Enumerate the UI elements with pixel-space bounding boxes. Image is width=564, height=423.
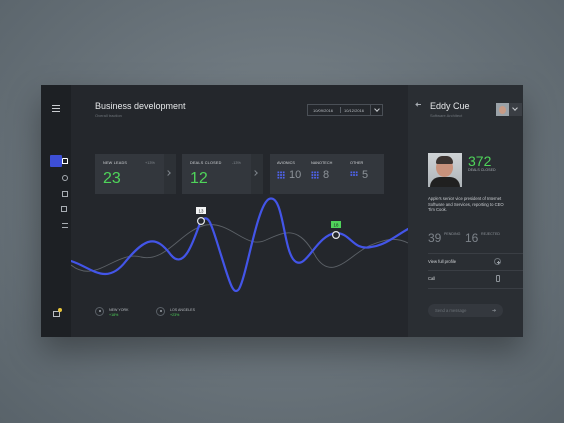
rejected-stat: 16 REJECTED: [465, 229, 500, 247]
divider: [428, 270, 523, 271]
new-leads-expand[interactable]: [164, 154, 176, 194]
compass-icon: [50, 172, 68, 184]
traction-chart: 13 18: [71, 197, 408, 292]
message-placeholder: Send a message: [435, 308, 467, 313]
new-leads-change: +13%: [145, 161, 155, 165]
category-other: OTHER 5: [350, 161, 368, 181]
dot-grid-icon: [350, 171, 358, 176]
home-icon: [50, 155, 68, 167]
dashboard-window: Business development Overall traction 10…: [41, 85, 523, 337]
sidebar-item-list[interactable]: [41, 220, 71, 234]
category-label: NANOTECH: [311, 161, 333, 165]
chevron-right-icon: [252, 170, 258, 176]
date-separator: [340, 107, 341, 113]
chevron-down-icon: [512, 105, 518, 111]
avatar-small[interactable]: [496, 103, 509, 116]
secondary-series-line: [71, 224, 408, 272]
list-icon: [50, 220, 68, 232]
profile-deals-value: 372: [468, 153, 492, 169]
category-value: 8: [323, 169, 330, 181]
date-range-picker[interactable]: 10/09/2016 10/12/2016: [307, 104, 383, 116]
divider: [428, 288, 523, 289]
dot-grid-icon: [277, 171, 285, 179]
sidebar-item-add[interactable]: [41, 188, 71, 202]
chart-point-marker[interactable]: [332, 230, 341, 239]
notification-badge: [58, 308, 62, 312]
category-avionics: AVIONICS 10: [277, 161, 301, 181]
pending-label: PENDING: [444, 232, 461, 236]
date-start: 10/09/2016: [313, 108, 334, 113]
chart-point-marker[interactable]: [196, 217, 205, 226]
category-nanotech: NANOTECH 8: [311, 161, 333, 181]
sidebar: [41, 85, 71, 337]
location-pin-icon: [156, 307, 165, 316]
new-leads-value: 23: [103, 170, 121, 187]
divider: [428, 253, 523, 254]
pending-value: 39: [428, 231, 442, 245]
layers-icon: [50, 204, 67, 216]
page-title: Business development: [95, 101, 186, 111]
dot-grid-icon: [311, 171, 319, 179]
pending-stat: 39 PENDING: [428, 229, 460, 247]
back-arrow-icon[interactable]: [416, 104, 421, 105]
location-name: LOS ANGELES: [170, 308, 195, 312]
category-value: 5: [362, 169, 369, 181]
message-input[interactable]: Send a message ➔: [428, 304, 503, 317]
location-pin-icon: [95, 307, 104, 316]
sidebar-item-home[interactable]: [41, 155, 71, 169]
location-change: +23%: [170, 313, 180, 317]
marker-tag-label: 13: [199, 209, 204, 214]
view-profile-link[interactable]: View full profile: [428, 259, 456, 264]
profile-deals-label: DEALS CLOSED: [468, 168, 496, 172]
chevron-right-icon: [165, 170, 171, 176]
deals-closed-value: 12: [190, 170, 208, 187]
deals-closed-card[interactable]: DEALS CLOSED -13% 12: [182, 154, 263, 194]
profile-name: Eddy Cue: [430, 101, 470, 111]
location-name: NEW YORK: [109, 308, 129, 312]
sidebar-item-compass[interactable]: [41, 172, 71, 186]
new-leads-label: NEW LEADS: [103, 161, 128, 165]
add-icon[interactable]: [494, 258, 501, 265]
call-link[interactable]: Call: [428, 276, 435, 281]
phone-icon[interactable]: [496, 275, 500, 282]
send-icon[interactable]: ➔: [492, 308, 496, 314]
category-value: 10: [289, 169, 302, 181]
marker-tag-label: 18: [334, 223, 339, 228]
date-dropdown-button[interactable]: [370, 105, 384, 115]
location-change: +18%: [109, 313, 119, 317]
rejected-value: 16: [465, 231, 479, 245]
profile-role: Software Architect: [430, 113, 463, 118]
profile-bio: Apple's senior vice president of Interne…: [428, 196, 504, 213]
new-leads-card[interactable]: NEW LEADS +13% 23: [95, 154, 176, 194]
date-end: 10/12/2016: [344, 108, 365, 113]
sidebar-item-layers[interactable]: [41, 204, 71, 218]
menu-icon[interactable]: [52, 105, 60, 112]
deals-closed-change: -13%: [232, 161, 241, 165]
categories-card[interactable]: AVIONICS 10 NANOTECH 8 OTHER 5: [270, 154, 384, 194]
primary-series-line[interactable]: [71, 197, 408, 292]
square-plus-icon: [50, 188, 68, 200]
page-subtitle: Overall traction: [95, 113, 122, 118]
chevron-down-icon: [374, 106, 380, 112]
category-label: OTHER: [350, 161, 364, 165]
rejected-label: REJECTED: [481, 232, 500, 236]
avatar: [428, 153, 462, 187]
deals-closed-label: DEALS CLOSED: [190, 161, 222, 165]
deals-closed-expand[interactable]: [251, 154, 263, 194]
category-label: AVIONICS: [277, 161, 295, 165]
profile-panel: Eddy Cue Software Architect 372 DEALS CL…: [408, 85, 523, 337]
profile-menu-button[interactable]: [509, 103, 522, 116]
